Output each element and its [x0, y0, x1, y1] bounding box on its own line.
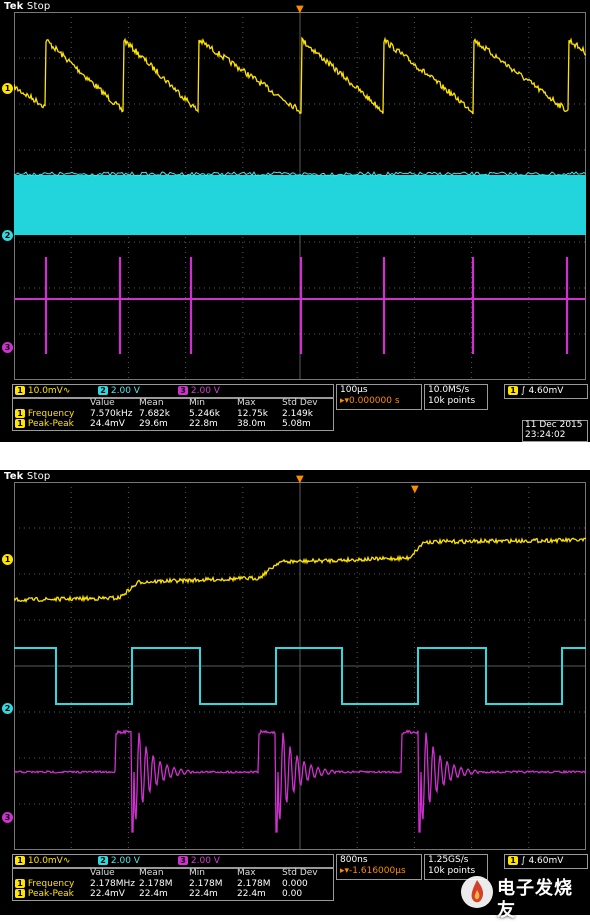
- oscilloscope-screenshot-2: Tek Stop 1 2 3 ▼ ▼ 1 10.0mV∿ 2 2.00 V 3 …: [0, 470, 590, 915]
- ch1-ground-marker: 1: [2, 554, 13, 565]
- ch2-scale: 2 2.00 V: [98, 856, 140, 867]
- ch2-ground-marker: 2: [2, 703, 13, 714]
- graticule: [14, 482, 586, 850]
- measurement-row-peak-peak: 1 Peak-Peak 24.4mV 29.6m 22.8m 38.0m 5.0…: [12, 419, 332, 430]
- time: 23:24:02: [525, 430, 566, 440]
- record-length: 10k points: [428, 396, 476, 406]
- rising-edge-icon: ∫: [520, 386, 526, 396]
- ch3-scale: 3 2.00 V: [178, 856, 220, 867]
- ch3-ground-marker: 3: [2, 342, 13, 353]
- ch1-scale: 1 10.0mV∿: [15, 856, 70, 867]
- trigger-readout: 1 ∫ 4.60mV: [508, 386, 563, 397]
- sample-rate: 1.25GS/s: [428, 855, 469, 865]
- trigger-position: ▸▾0.000000 s: [340, 396, 400, 406]
- ch3-ground-marker: 3: [2, 812, 13, 823]
- ch2-trace: [14, 175, 586, 235]
- trigger-marker-icon: ▼: [411, 484, 419, 495]
- waveform-display: [14, 12, 586, 380]
- waveform-plot: [14, 12, 586, 380]
- trigger-offset-icon: ▸▾: [340, 396, 350, 406]
- timebase-value: 100µs: [340, 385, 368, 395]
- trigger-position-icon: ▼: [296, 474, 304, 485]
- ch2-scale: 2 2.00 V: [98, 386, 140, 397]
- watermark-text: 电子发烧友: [497, 878, 573, 921]
- measurement-row-peak-peak: 1 Peak-Peak 22.4mV 22.4m 22.4m 22.4m 0.0…: [12, 889, 332, 900]
- sample-rate: 10.0MS/s: [428, 385, 470, 395]
- ch2-ground-marker: 2: [2, 230, 13, 241]
- timebase-value: 800ns: [340, 855, 368, 865]
- trigger-position: ▸▾-1.616000µs: [340, 866, 406, 876]
- ch1-scale: 1 10.0mV∿: [15, 386, 70, 397]
- rising-edge-icon: ∫: [520, 856, 526, 866]
- trigger-offset-icon: ▸▾: [340, 866, 350, 876]
- oscilloscope-screenshot-1: Tek Stop 1 2 3 ▼ 1 10.0mV∿ 2 2.00 V 3 2.…: [0, 0, 590, 442]
- ch1-ground-marker: 1: [2, 83, 13, 94]
- ch3-scale: 3 2.00 V: [178, 386, 220, 397]
- trigger-position-icon: ▼: [296, 4, 304, 15]
- waveform-display: [14, 482, 586, 850]
- watermark-logo: 电子发烧友: [455, 868, 590, 921]
- waveform-plot: [14, 482, 586, 850]
- trigger-readout: 1 ∫ 4.60mV: [508, 856, 563, 867]
